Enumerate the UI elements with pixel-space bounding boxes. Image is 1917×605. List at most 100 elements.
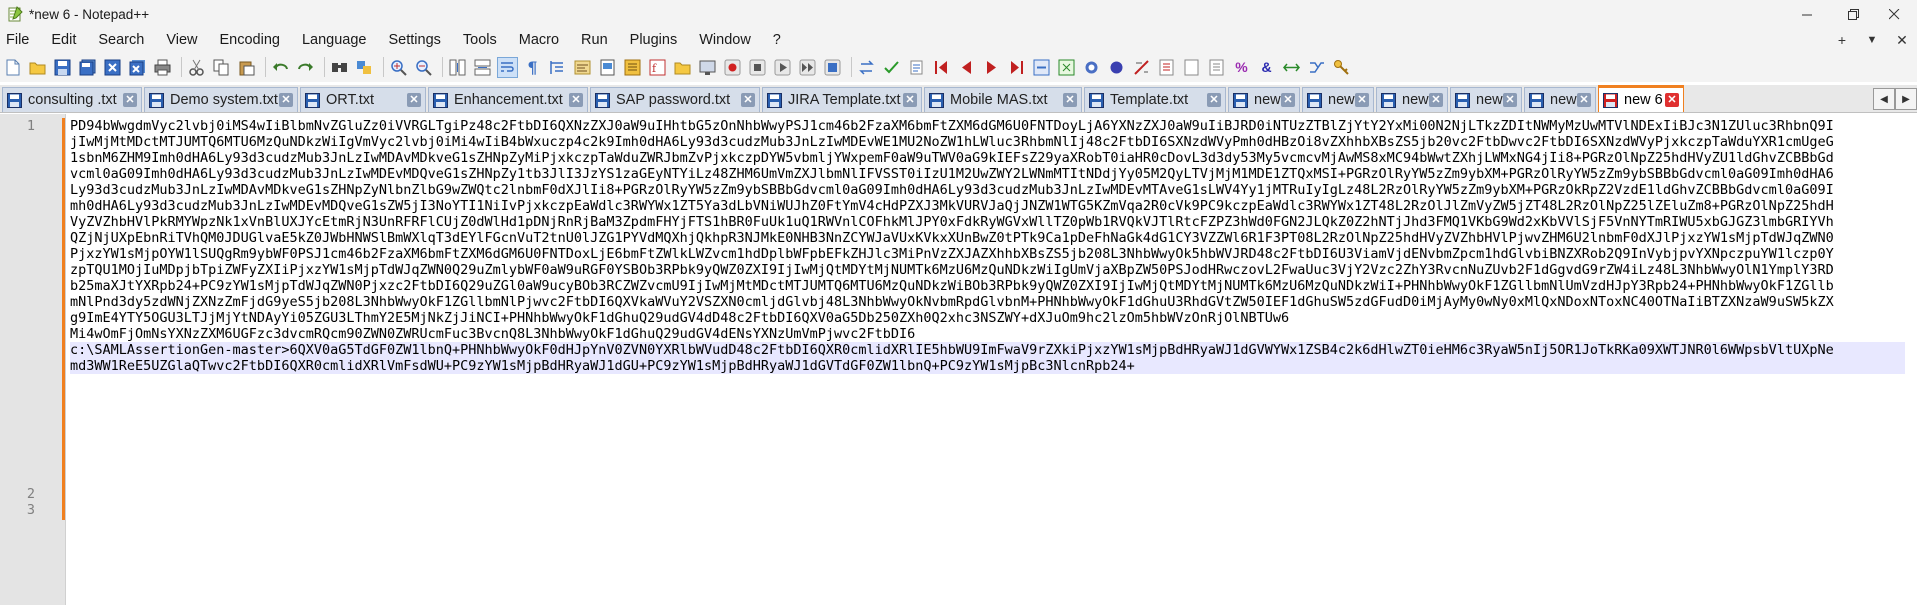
new-file-icon[interactable] (2, 57, 23, 78)
tab-mobile-mas-txt[interactable]: Mobile MAS.txt ✕ (924, 87, 1082, 112)
compare-move-icon[interactable] (1056, 57, 1077, 78)
menu-search[interactable]: Search (98, 32, 144, 48)
redo-icon[interactable] (295, 57, 316, 78)
print-icon[interactable] (152, 57, 173, 78)
diff-ignore-icon[interactable] (1131, 57, 1152, 78)
title-bar[interactable]: *new 6 - Notepad++ (0, 0, 1917, 28)
tab-close-icon[interactable]: ✕ (407, 93, 421, 107)
open-file-icon[interactable] (27, 57, 48, 78)
tab-enhancement-txt[interactable]: Enhancement.txt ✕ (428, 87, 588, 112)
folder-as-workspace-icon[interactable] (672, 57, 693, 78)
diff-lines-icon[interactable] (1206, 57, 1227, 78)
close-document-icon[interactable]: ✕ (1887, 32, 1917, 49)
tab-consulting-txt[interactable]: consulting .txt ✕ (2, 87, 142, 112)
tab-close-icon[interactable]: ✕ (1355, 93, 1369, 107)
document-list-icon[interactable] (622, 57, 643, 78)
playback-macro-icon[interactable] (772, 57, 793, 78)
tab-close-icon[interactable]: ✕ (1207, 93, 1221, 107)
save-macro-icon[interactable] (822, 57, 843, 78)
plugin-check-icon[interactable] (881, 57, 902, 78)
diff-blank-icon[interactable] (1181, 57, 1202, 78)
run-macro-multiple-icon[interactable] (797, 57, 818, 78)
plugin-compare-icon[interactable] (856, 57, 877, 78)
tab-ort-txt[interactable]: ORT.txt ✕ (300, 87, 426, 112)
maximize-button[interactable] (1830, 0, 1876, 28)
tab-new-6[interactable]: new 6 ✕ (1598, 85, 1684, 112)
first-diff-icon[interactable] (931, 57, 952, 78)
tab-close-icon[interactable]: ✕ (1281, 93, 1295, 107)
show-all-characters-icon[interactable]: ¶ (522, 57, 543, 78)
tab-jira-template-txt[interactable]: JIRA Template.txt ✕ (762, 87, 922, 112)
zoom-out-icon[interactable] (413, 57, 434, 78)
find-icon[interactable] (329, 57, 350, 78)
tab-demo-system-txt[interactable]: Demo system.txt ✕ (144, 87, 298, 112)
monitoring-icon[interactable] (697, 57, 718, 78)
menu-view[interactable]: View (166, 32, 197, 48)
tab-close-icon[interactable]: ✕ (123, 93, 137, 107)
save-all-icon[interactable] (77, 57, 98, 78)
tab-new-1[interactable]: new 1✕ (1228, 87, 1300, 112)
tab-new-4[interactable]: new 4✕ (1450, 87, 1522, 112)
tab-template-txt[interactable]: Template.txt ✕ (1084, 87, 1226, 112)
menu-settings[interactable]: Settings (388, 32, 440, 48)
minimize-button[interactable] (1784, 0, 1830, 28)
diff-ampersand-icon[interactable]: & (1256, 57, 1277, 78)
editor-line-3[interactable]: c:\SAMLAssertionGen-master>6QXV0aG5TdGF0… (70, 342, 1905, 374)
menu-tools[interactable]: Tools (463, 32, 497, 48)
sync-vertical-scroll-icon[interactable] (447, 57, 468, 78)
tab-new-2[interactable]: new 2✕ (1302, 87, 1374, 112)
tab-new-5[interactable]: new 5✕ (1524, 87, 1596, 112)
paste-icon[interactable] (236, 57, 257, 78)
editor-pane[interactable]: 1 2 3 PD94bWwgdmVyc2lvbj0iMS4wIiBlbmNvZG… (0, 114, 1917, 605)
tab-close-icon[interactable]: ✕ (1577, 93, 1591, 107)
tab-scroll-left-icon[interactable]: ◀ (1873, 88, 1895, 110)
tab-close-icon[interactable]: ✕ (569, 93, 583, 107)
tab-sap-password-txt[interactable]: SAP password.txt ✕ (590, 87, 760, 112)
tab-close-icon[interactable]: ✕ (1665, 93, 1679, 107)
diff-merge-icon[interactable] (1306, 57, 1327, 78)
tab-close-icon[interactable]: ✕ (1429, 93, 1443, 107)
function-list-icon[interactable]: f (647, 57, 668, 78)
menu-plugins[interactable]: Plugins (630, 32, 678, 48)
tab-close-icon[interactable]: ✕ (279, 93, 293, 107)
copy-icon[interactable] (211, 57, 232, 78)
menu-language[interactable]: Language (302, 32, 367, 48)
menu-macro[interactable]: Macro (519, 32, 559, 48)
diff-percent-icon[interactable]: % (1231, 57, 1252, 78)
save-icon[interactable] (52, 57, 73, 78)
diff-clear-icon[interactable] (1156, 57, 1177, 78)
new-tab-plus-icon[interactable]: + (1827, 32, 1857, 48)
text-area[interactable]: PD94bWwgdmVyc2lvbj0iMS4wIiBlbmNvZGluZz0i… (70, 118, 1905, 374)
compare-sync-icon[interactable] (1081, 57, 1102, 78)
menu-help[interactable]: ? (773, 32, 781, 48)
tab-new-3[interactable]: new 3✕ (1376, 87, 1448, 112)
previous-diff-icon[interactable] (956, 57, 977, 78)
sync-horizontal-scroll-icon[interactable] (472, 57, 493, 78)
last-diff-icon[interactable] (1006, 57, 1027, 78)
indent-guide-icon[interactable] (547, 57, 568, 78)
tab-close-icon[interactable]: ✕ (1063, 93, 1077, 107)
tab-list-dropdown-icon[interactable]: ▼ (1857, 34, 1887, 46)
zoom-in-icon[interactable] (388, 57, 409, 78)
editor-line-2[interactable]: Mi4wOmFjOmNsYXNzZXM6UGFzc3dvcmRQcm90ZWN0… (70, 326, 1905, 342)
compare-detect-icon[interactable] (1106, 57, 1127, 78)
plugin-tool-icon[interactable] (906, 57, 927, 78)
editor-line-1[interactable]: PD94bWwgdmVyc2lvbj0iMS4wIiBlbmNvZGluZz0i… (70, 118, 1905, 326)
undo-icon[interactable] (270, 57, 291, 78)
tab-scroll-right-icon[interactable]: ▶ (1895, 88, 1917, 110)
record-macro-icon[interactable] (722, 57, 743, 78)
menu-encoding[interactable]: Encoding (220, 32, 280, 48)
stop-recording-icon[interactable] (747, 57, 768, 78)
tab-close-icon[interactable]: ✕ (741, 93, 755, 107)
replace-icon[interactable] (354, 57, 375, 78)
word-wrap-icon[interactable] (497, 56, 518, 78)
language-udl-icon[interactable] (572, 57, 593, 78)
menu-file[interactable]: File (6, 32, 29, 48)
close-all-icon[interactable] (127, 57, 148, 78)
settings-key-icon[interactable] (1331, 57, 1352, 78)
close-file-icon[interactable] (102, 57, 123, 78)
menu-window[interactable]: Window (699, 32, 751, 48)
compare-nav-icon[interactable] (1031, 57, 1052, 78)
diff-arrows-icon[interactable] (1281, 57, 1302, 78)
menu-run[interactable]: Run (581, 32, 608, 48)
